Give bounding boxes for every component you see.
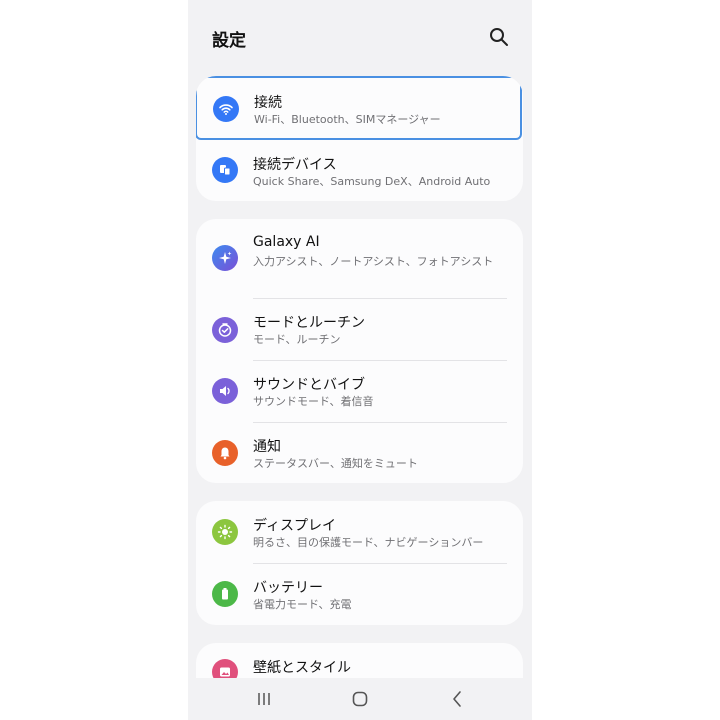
search-icon[interactable] [488, 26, 510, 48]
settings-item-battery[interactable]: バッテリー 省電力モード、充電 [196, 564, 523, 625]
page-title: 設定 [212, 31, 246, 51]
settings-group-connections: 接続 Wi-Fi、Bluetooth、SIMマネージャー 接続デバイス Quic… [196, 76, 523, 201]
settings-item-label: ディスプレイ [253, 518, 337, 534]
speaker-icon [212, 378, 238, 404]
settings-item-notifications[interactable]: 通知 ステータスバー、通知をミュート [196, 423, 523, 483]
settings-item-description: サウンドモード、着信音 [253, 395, 374, 408]
settings-item-description: ステータスバー、通知をミュート [253, 457, 418, 470]
settings-item-label: 壁紙とスタイル [253, 660, 351, 676]
connected-devices-icon [212, 157, 238, 183]
check-clock-icon [212, 317, 238, 343]
settings-item-description: 明るさ、目の保護モード、ナビゲーションバー [253, 536, 484, 549]
settings-group-features: Galaxy AI 入力アシスト、ノートアシスト、フォトアシスト モードとルーチ… [196, 219, 523, 483]
settings-item-modes-routines[interactable]: モードとルーチン モード、ルーチン [196, 299, 523, 360]
home-icon[interactable] [348, 688, 372, 710]
recents-icon[interactable] [252, 688, 276, 710]
sparkle-icon [212, 245, 238, 271]
settings-item-label: モードとルーチン [253, 315, 365, 331]
settings-item-label: 接続 [254, 95, 282, 111]
settings-item-label: 接続デバイス [253, 157, 337, 173]
settings-item-connections[interactable]: 接続 Wi-Fi、Bluetooth、SIMマネージャー [196, 76, 522, 140]
navigation-bar [188, 678, 532, 720]
settings-screen: 設定 接続 Wi-Fi、Bluetooth、SIMマネージャー 接続デバイス Q… [188, 0, 532, 720]
settings-item-label: サウンドとバイブ [253, 377, 365, 393]
settings-group-display-battery: ディスプレイ 明るさ、目の保護モード、ナビゲーションバー バッテリー 省電力モー… [196, 501, 523, 625]
settings-item-sound-vibration[interactable]: サウンドとバイブ サウンドモード、着信音 [196, 361, 523, 422]
settings-item-description: 省電力モード、充電 [253, 598, 352, 611]
settings-item-description: モード、ルーチン [253, 333, 341, 346]
bell-icon [212, 440, 238, 466]
header: 設定 [188, 0, 532, 76]
battery-icon [212, 581, 238, 607]
back-icon[interactable] [445, 688, 469, 710]
settings-item-display[interactable]: ディスプレイ 明るさ、目の保護モード、ナビゲーションバー [196, 501, 523, 563]
sun-icon [212, 519, 238, 545]
wifi-icon [213, 96, 239, 122]
settings-item-label: バッテリー [253, 580, 323, 596]
settings-item-connected-devices[interactable]: 接続デバイス Quick Share、Samsung DeX、Android A… [196, 140, 523, 201]
settings-item-description: Wi-Fi、Bluetooth、SIMマネージャー [254, 113, 441, 126]
settings-item-label: 通知 [253, 439, 281, 455]
settings-item-description: 入力アシスト、ノートアシスト、フォトアシスト [253, 255, 494, 268]
settings-item-galaxy-ai[interactable]: Galaxy AI 入力アシスト、ノートアシスト、フォトアシスト [196, 219, 523, 298]
settings-item-description: Quick Share、Samsung DeX、Android Auto [253, 175, 491, 188]
settings-item-label: Galaxy AI [253, 234, 320, 250]
